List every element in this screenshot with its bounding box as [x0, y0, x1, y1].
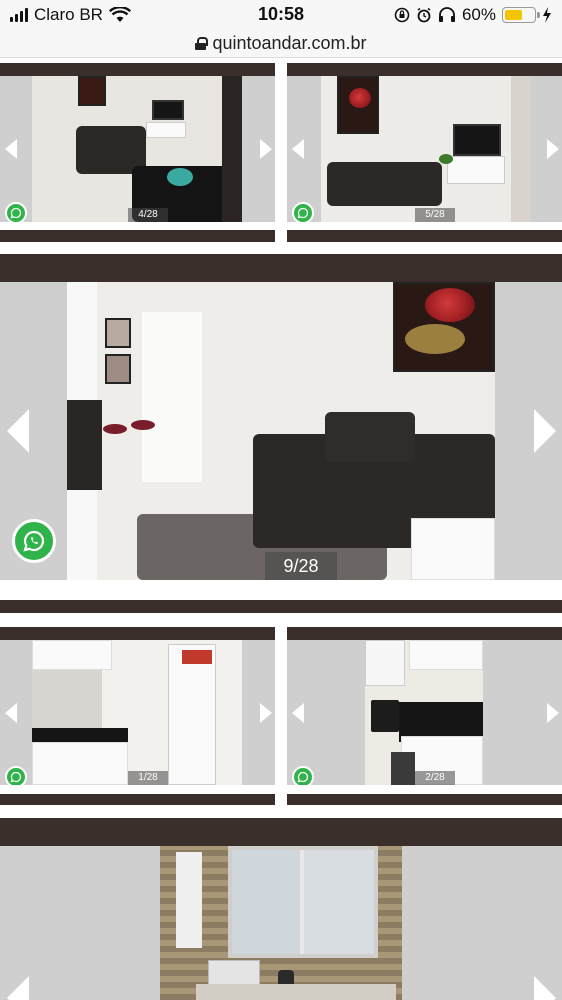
- leaves: [405, 324, 465, 354]
- whatsapp-icon[interactable]: [292, 202, 314, 222]
- previous-photo-arrow[interactable]: [5, 702, 17, 723]
- whatsapp-icon[interactable]: [12, 519, 56, 563]
- tv-stand: [447, 156, 505, 184]
- status-bar: Claro BR 10:58 60%: [0, 0, 562, 30]
- next-photo-arrow[interactable]: [260, 139, 272, 159]
- countertop: [32, 728, 128, 742]
- white-counter: [411, 518, 495, 580]
- door: [222, 76, 242, 222]
- photo-counter: 4/28: [128, 208, 168, 222]
- headphones-icon: [438, 7, 455, 22]
- wall-painting: [78, 76, 106, 106]
- address-bar[interactable]: quintoandar.com.br: [0, 30, 562, 58]
- next-photo-arrow[interactable]: [534, 409, 556, 453]
- photo-card[interactable]: 1/28: [0, 640, 275, 785]
- rose-painting: [337, 76, 379, 134]
- tv: [152, 100, 184, 120]
- plant: [439, 154, 453, 164]
- rotation-lock-icon: [394, 7, 410, 23]
- floor-mat: [391, 752, 415, 785]
- kitchen-counter: [67, 400, 102, 490]
- backsplash: [32, 670, 102, 730]
- photo-card[interactable]: 2/28: [287, 640, 562, 785]
- battery-percentage: 60%: [461, 5, 496, 24]
- lock-icon: [195, 37, 209, 50]
- tv-stand: [146, 122, 186, 138]
- bar-stool: [131, 420, 155, 430]
- card-header-bar: [287, 63, 562, 76]
- rose-painting: [393, 282, 495, 372]
- card-footer-bar: [287, 230, 562, 242]
- small-painting: [105, 354, 131, 384]
- previous-photo-arrow[interactable]: [7, 409, 29, 453]
- alarm-icon: [417, 7, 431, 23]
- fridge-magnets: [182, 650, 212, 664]
- bar-stool: [103, 424, 127, 434]
- card-footer-bar: [0, 794, 275, 805]
- sofa: [327, 162, 442, 206]
- featured-photo-card[interactable]: [0, 846, 562, 1000]
- window-frame: [228, 846, 378, 958]
- lower-cabinets: [32, 742, 128, 785]
- photo-counter: 5/28: [415, 208, 455, 222]
- listing-photo-kitchen[interactable]: [32, 640, 242, 785]
- featured-photo-card[interactable]: 9/28: [0, 282, 562, 580]
- previous-photo-arrow[interactable]: [292, 702, 304, 723]
- featured-header-bar: [0, 254, 562, 282]
- card-header-bar: [0, 63, 275, 76]
- previous-photo-arrow[interactable]: [7, 976, 29, 1000]
- fruit-bowl: [167, 168, 193, 186]
- previous-photo-arrow[interactable]: [5, 139, 17, 159]
- card-header-bar: [0, 627, 275, 640]
- listing-photo-living-room[interactable]: [321, 76, 531, 222]
- whatsapp-icon[interactable]: [5, 766, 27, 785]
- photo-counter: 1/28: [128, 771, 168, 785]
- next-photo-arrow[interactable]: [547, 139, 559, 159]
- countertop-items: [196, 984, 396, 1000]
- photo-card[interactable]: 4/28: [0, 76, 275, 222]
- small-painting: [105, 318, 131, 348]
- url-text: quintoandar.com.br: [212, 33, 367, 53]
- featured-listing-photo[interactable]: [67, 282, 495, 580]
- door-frame: [511, 76, 531, 222]
- next-photo-arrow[interactable]: [534, 976, 556, 1000]
- sofa-back-cushion: [325, 412, 415, 462]
- featured-header-bar: [0, 818, 562, 846]
- oven: [371, 700, 399, 732]
- photo-counter: 9/28: [265, 552, 337, 580]
- next-photo-arrow[interactable]: [547, 702, 559, 723]
- refrigerator: [168, 644, 216, 785]
- whatsapp-icon[interactable]: [292, 766, 314, 785]
- card-footer-bar: [287, 794, 562, 805]
- photo-card[interactable]: 5/28: [287, 76, 562, 222]
- featured-footer-bar: [0, 600, 562, 613]
- featured-listing-photo[interactable]: [160, 846, 402, 1000]
- photo-counter: 2/28: [415, 771, 455, 785]
- side-window: [176, 852, 202, 948]
- upper-cabinets: [409, 640, 483, 670]
- tv: [453, 124, 501, 156]
- charging-bolt-icon: [543, 7, 551, 23]
- hallway: [142, 312, 202, 482]
- card-footer-bar: [0, 230, 275, 242]
- battery-icon: [502, 7, 540, 23]
- previous-photo-arrow[interactable]: [292, 139, 304, 159]
- upper-cabinets: [32, 640, 112, 670]
- next-photo-arrow[interactable]: [260, 702, 272, 723]
- whatsapp-icon[interactable]: [5, 202, 27, 222]
- window: [365, 640, 405, 686]
- listing-photo-living-room[interactable]: [32, 76, 242, 222]
- card-header-bar: [287, 627, 562, 640]
- listing-photo-kitchen[interactable]: [365, 640, 483, 785]
